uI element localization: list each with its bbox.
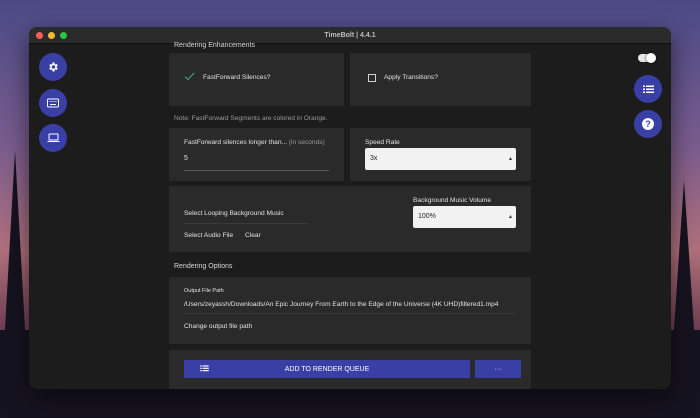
- close-window-button[interactable]: [36, 32, 43, 39]
- more-options-icon: ···: [494, 365, 502, 373]
- clear-audio-button[interactable]: Clear: [245, 232, 261, 239]
- fastforward-silences-label: FastForward Silences?: [203, 74, 271, 81]
- laptop-icon: [47, 133, 59, 142]
- change-output-path-button[interactable]: Change output file path: [184, 323, 252, 330]
- display-button[interactable]: [39, 124, 67, 152]
- action-bar: ADD TO RENDER QUEUE ···: [169, 350, 531, 389]
- keyboard-icon: [47, 98, 59, 108]
- title-bar: TimeBolt | 4.4.1: [29, 27, 671, 44]
- output-file-path-value[interactable]: /Users/zeyassh/Downloads/An Epic Journey…: [184, 301, 498, 308]
- background-music-volume-select[interactable]: 100% ▴: [413, 206, 516, 228]
- background-music-panel: Select Looping Background Music Select A…: [169, 186, 531, 252]
- toggle-knob: [646, 53, 656, 63]
- apply-transitions-panel[interactable]: Apply Transitions?: [350, 53, 531, 106]
- silence-threshold-panel: FastForward silences longer than... (in …: [169, 128, 344, 181]
- speed-rate-panel: Speed Rate 3x ▴: [350, 128, 531, 181]
- output-path-panel: Output File Path /Users/zeyassh/Download…: [169, 277, 531, 344]
- output-file-path-label: Output File Path: [184, 288, 224, 294]
- fastforward-note: Note: FastForward Segments are colored i…: [174, 115, 328, 122]
- main-content: Rendering Enhancements FastForward Silen…: [169, 42, 531, 389]
- theme-toggle[interactable]: [638, 53, 656, 63]
- help-icon: ?: [642, 118, 654, 130]
- select-background-music-label: Select Looping Background Music: [184, 210, 284, 217]
- speed-rate-label: Speed Rate: [365, 139, 400, 146]
- output-path-underline: [184, 313, 516, 314]
- speed-rate-value: 3x: [370, 155, 378, 162]
- fastforward-silences-panel[interactable]: FastForward Silences?: [169, 53, 344, 106]
- app-window: TimeBolt | 4.4.1 ? Rendering Enhancement…: [29, 27, 671, 389]
- music-path-underline: [184, 223, 309, 224]
- speed-rate-select[interactable]: 3x ▴: [365, 148, 516, 170]
- render-queue-button[interactable]: [634, 75, 662, 103]
- rendering-enhancements-heading: Rendering Enhancements: [174, 42, 255, 49]
- list-icon: [200, 365, 209, 372]
- gear-icon: [49, 62, 58, 72]
- silence-threshold-underline: [184, 170, 329, 171]
- silence-threshold-hint: (in seconds): [288, 139, 325, 146]
- list-icon: [642, 85, 654, 93]
- minimize-window-button[interactable]: [48, 32, 55, 39]
- silence-threshold-label-text: FastForward silences longer than...: [184, 139, 287, 146]
- select-audio-file-button[interactable]: Select Audio File: [184, 232, 233, 239]
- background-music-volume-value: 100%: [418, 213, 436, 220]
- add-to-render-queue-button[interactable]: ADD TO RENDER QUEUE: [184, 360, 470, 378]
- settings-button[interactable]: [39, 53, 67, 81]
- maximize-window-button[interactable]: [60, 32, 67, 39]
- silence-threshold-label: FastForward silences longer than... (in …: [184, 139, 325, 146]
- window-title: TimeBolt | 4.4.1: [324, 32, 376, 39]
- select-arrows-icon: ▴: [508, 156, 512, 162]
- checkmark-icon: [184, 72, 195, 81]
- help-button[interactable]: ?: [634, 110, 662, 138]
- more-options-button[interactable]: ···: [475, 360, 521, 378]
- apply-transitions-label: Apply Transitions?: [384, 74, 438, 81]
- select-arrows-icon: ▴: [508, 214, 512, 220]
- keyboard-shortcuts-button[interactable]: [39, 89, 67, 117]
- rendering-options-heading: Rendering Options: [174, 263, 233, 270]
- background-music-volume-label: Background Music Volume: [413, 197, 492, 204]
- add-to-render-queue-label: ADD TO RENDER QUEUE: [284, 365, 370, 373]
- apply-transitions-checkbox[interactable]: [368, 74, 376, 82]
- silence-threshold-input[interactable]: 5: [184, 155, 188, 162]
